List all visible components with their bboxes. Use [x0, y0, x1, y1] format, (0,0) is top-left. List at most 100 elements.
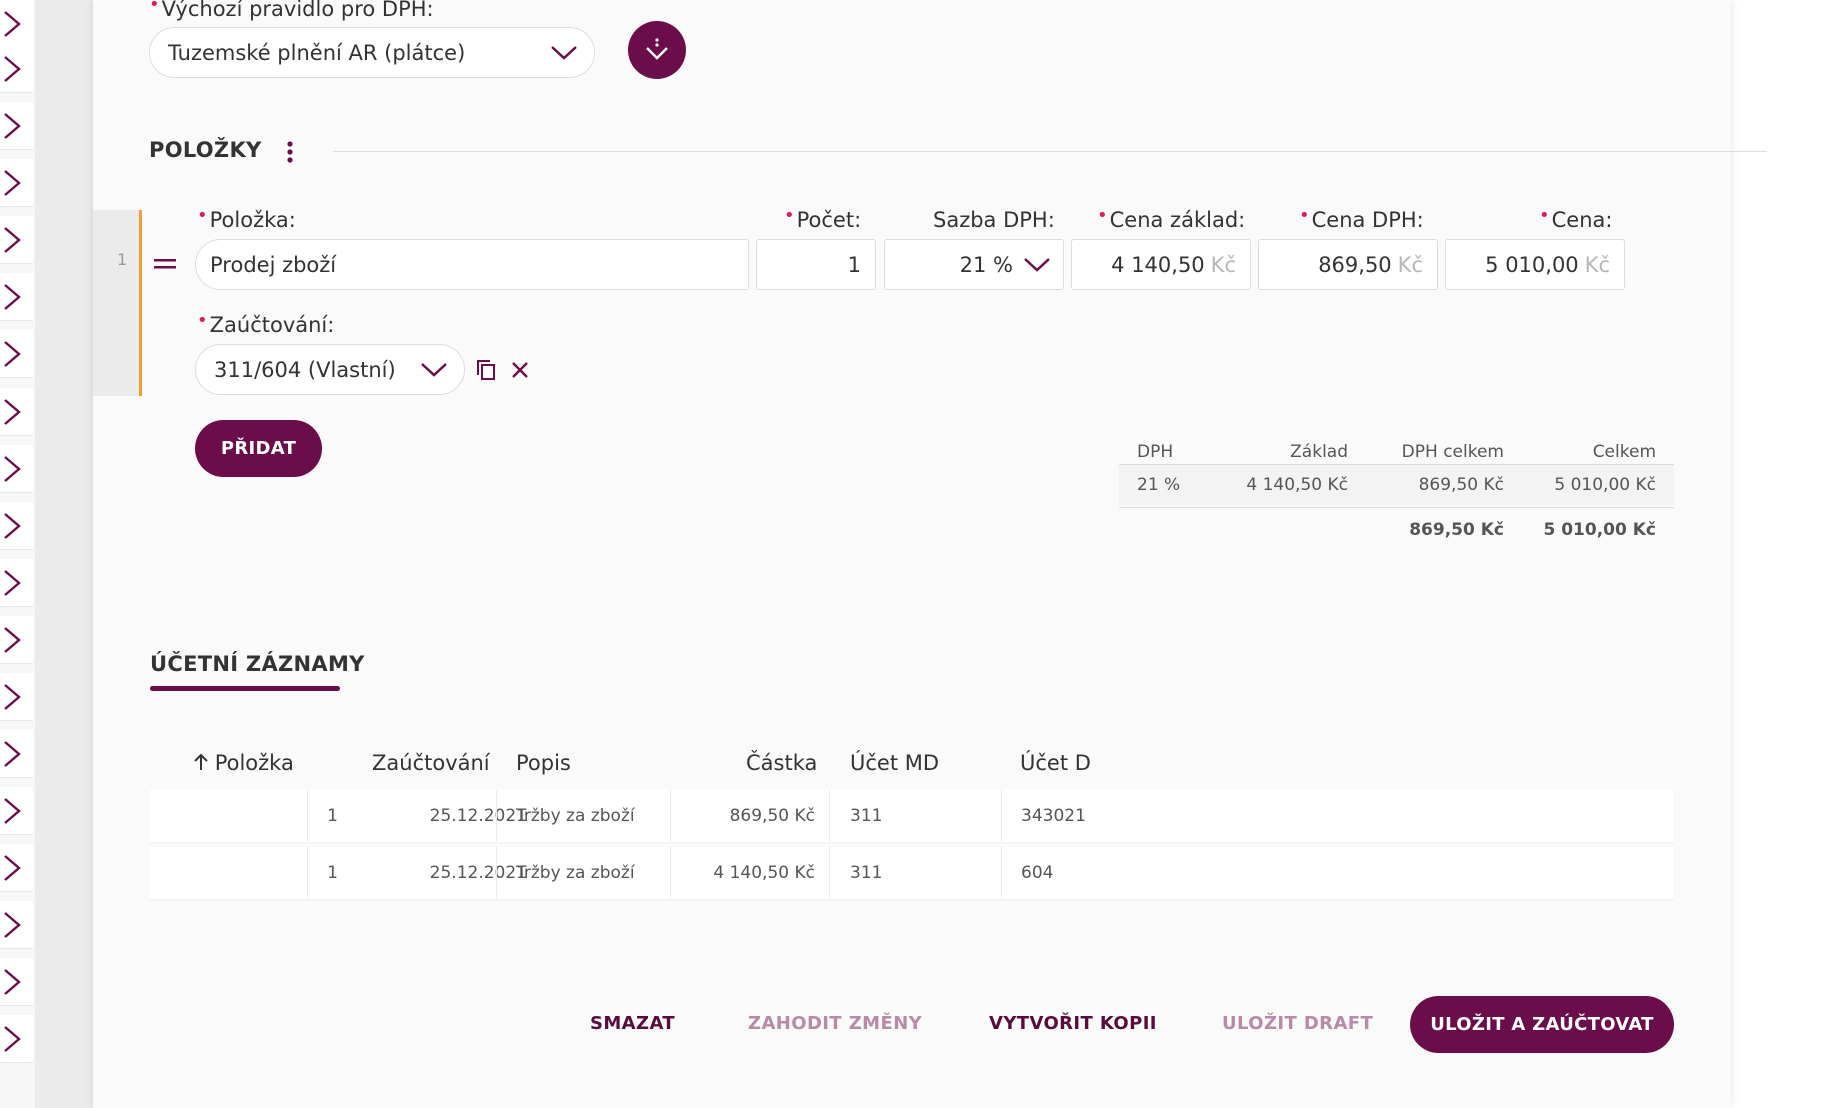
chevron-down-icon	[551, 45, 577, 60]
chevron-right-icon	[4, 10, 21, 37]
cell-amount: 869,50 Kč	[729, 806, 815, 826]
item-row-marker	[139, 210, 142, 396]
item-input[interactable]: Prodej zboží	[195, 239, 749, 290]
chevron-right-icon	[4, 455, 21, 482]
item-row-index: 1	[117, 250, 128, 269]
cell-description: Tržby za zboží	[516, 806, 635, 826]
create-copy-button[interactable]: VYTVOŘIT KOPII	[989, 1013, 1157, 1034]
delete-button[interactable]: SMAZAT	[590, 1013, 675, 1034]
cell-divider	[307, 790, 308, 842]
sidebar-item[interactable]	[0, 45, 33, 93]
sidebar-item[interactable]	[0, 616, 33, 664]
sidebar-item[interactable]	[0, 159, 33, 207]
table-row[interactable]: 1 25.12.2021 Tržby za zboží 869,50 Kč 31…	[149, 790, 1674, 842]
vat-rate-label: Sazba DPH:	[933, 208, 1055, 232]
sidebar-item[interactable]	[0, 502, 33, 550]
price-vat-input[interactable]: 869,50 Kč	[1258, 239, 1438, 290]
cell-divider	[829, 847, 830, 899]
cell-account-d: 343021	[1021, 806, 1086, 826]
vat-total-vat: 869,50 Kč	[1409, 520, 1504, 540]
chevron-right-icon	[4, 968, 21, 995]
item-label: •Položka:	[197, 205, 296, 232]
sidebar-item[interactable]	[0, 330, 33, 378]
vat-total-divider	[1119, 507, 1674, 508]
chevron-right-icon	[4, 112, 21, 139]
copy-posting-button[interactable]	[473, 356, 499, 384]
count-input[interactable]: 1	[756, 239, 876, 290]
chevron-down-icon	[1024, 258, 1050, 272]
cell-posting: 25.12.2021	[429, 806, 527, 826]
chevron-right-icon	[4, 340, 21, 367]
remove-posting-button[interactable]	[507, 356, 533, 384]
sidebar-item[interactable]	[0, 445, 33, 493]
tab-accounting-records[interactable]: ÚČETNÍ ZÁZNAMY	[150, 652, 365, 676]
sidebar-item[interactable]	[0, 787, 33, 835]
vat-summary-row: 21 % 4 140,50 Kč 869,50 Kč 5 010,00 Kč	[1119, 465, 1674, 505]
price-input[interactable]: 5 010,00 Kč	[1445, 239, 1625, 290]
chevron-right-icon	[4, 512, 21, 539]
cell-divider	[496, 790, 497, 842]
price-base-label: •Cena základ:	[1097, 205, 1246, 232]
vat-rule-select[interactable]: Tuzemské plnění AR (plátce)	[149, 27, 595, 78]
cell-amount: 4 140,50 Kč	[713, 863, 815, 883]
items-menu-button[interactable]	[280, 138, 300, 166]
cell-divider	[1001, 790, 1002, 842]
cell-divider	[670, 790, 671, 842]
save-draft-button[interactable]: ULOŽIT DRAFT	[1222, 1013, 1373, 1034]
vat-row-total: 5 010,00 Kč	[1554, 475, 1656, 495]
save-and-post-button[interactable]: ULOŽIT A ZAÚČTOVAT	[1410, 996, 1674, 1053]
item-drag-handle[interactable]	[153, 254, 177, 274]
chevron-right-icon	[4, 569, 21, 596]
section-divider	[333, 151, 1767, 152]
sidebar-item[interactable]	[0, 388, 33, 436]
col-header-account-d[interactable]: Účet D	[1020, 751, 1091, 775]
add-item-button[interactable]: PŘIDAT	[195, 420, 322, 477]
vat-rule-apply-button[interactable]	[628, 21, 686, 79]
price-vat-label: •Cena DPH:	[1299, 205, 1424, 232]
sidebar-item[interactable]	[0, 0, 33, 48]
sidebar-item[interactable]	[0, 102, 33, 150]
cell-divider	[1001, 847, 1002, 899]
col-header-item[interactable]: Položka	[194, 751, 294, 775]
vat-total-sum: 5 010,00 Kč	[1543, 520, 1656, 540]
cell-divider	[496, 847, 497, 899]
sidebar-item[interactable]	[0, 559, 33, 607]
sidebar-item[interactable]	[0, 1015, 33, 1063]
vat-row-vat: 869,50 Kč	[1418, 475, 1504, 495]
cell-item: 1	[327, 863, 338, 883]
table-row[interactable]: 1 25.12.2021 Tržby za zboží 4 140,50 Kč …	[149, 847, 1674, 899]
col-header-account-md[interactable]: Účet MD	[850, 751, 939, 775]
discard-changes-button[interactable]: ZAHODIT ZMĚNY	[748, 1013, 922, 1034]
count-label: •Počet:	[784, 205, 862, 232]
sidebar-item[interactable]	[0, 730, 33, 778]
col-header-amount[interactable]: Částka	[746, 751, 817, 775]
cell-divider	[670, 847, 671, 899]
posting-select[interactable]: 311/604 (Vlastní)	[195, 344, 465, 395]
chevron-down-icon	[421, 362, 447, 377]
chevron-right-icon	[4, 683, 21, 710]
vat-rule-label: •Výchozí pravidlo pro DPH:	[149, 0, 434, 21]
price-base-input[interactable]: 4 140,50 Kč	[1071, 239, 1251, 290]
chevron-right-icon	[4, 283, 21, 310]
chevron-right-icon	[4, 911, 21, 938]
required-marker: •	[149, 0, 160, 15]
vat-rate-select[interactable]: 21 %	[884, 239, 1064, 290]
chevron-right-icon	[4, 626, 21, 653]
cell-posting: 25.12.2021	[429, 863, 527, 883]
more-vertical-icon	[287, 141, 293, 163]
cell-description: Tržby za zboží	[516, 863, 635, 883]
close-icon	[512, 362, 528, 378]
sidebar-item[interactable]	[0, 216, 33, 264]
col-header-description[interactable]: Popis	[516, 751, 571, 775]
vat-row-rate: 21 %	[1137, 475, 1181, 495]
sidebar-item[interactable]	[0, 673, 33, 721]
chevron-right-icon	[4, 854, 21, 881]
arrow-down-circle-icon	[646, 38, 668, 60]
sidebar-item[interactable]	[0, 958, 33, 1006]
col-header-posting[interactable]: Zaúčtování	[372, 751, 490, 775]
sidebar-item[interactable]	[0, 844, 33, 892]
vat-rule-value: Tuzemské plnění AR (plátce)	[168, 40, 466, 65]
sidebar-item[interactable]	[0, 273, 33, 321]
sidebar-item[interactable]	[0, 901, 33, 949]
cell-divider	[307, 847, 308, 899]
